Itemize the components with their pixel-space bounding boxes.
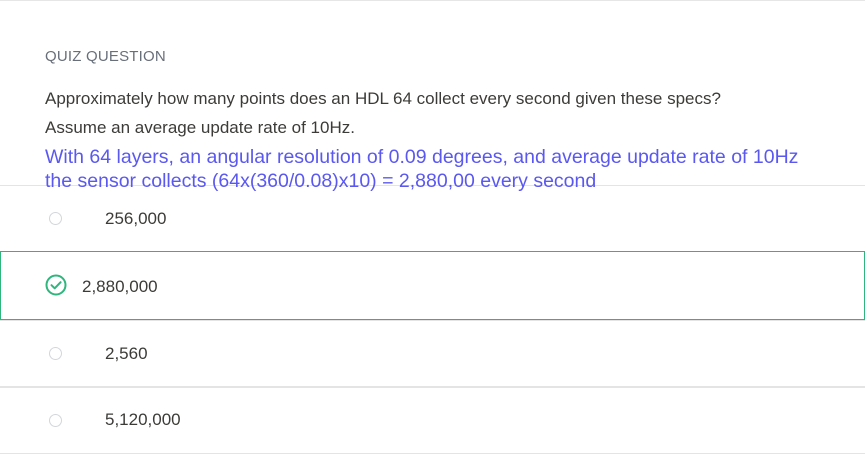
answer-option[interactable]: 256,000: [0, 185, 865, 252]
radio-icon[interactable]: [49, 212, 62, 225]
answer-label: 5,120,000: [105, 410, 181, 429]
question-line-2: Assume an average update rate of 10Hz.: [45, 118, 355, 137]
answer-label: 2,560: [105, 344, 148, 363]
check-circle-icon: [45, 274, 67, 296]
radio-icon[interactable]: [49, 414, 62, 427]
question-line-1: Approximately how many points does an HD…: [45, 89, 721, 108]
answer-label: 256,000: [105, 209, 167, 228]
quiz-panel: QUIZ QUESTION Approximately how many poi…: [0, 0, 865, 454]
quiz-section-label: QUIZ QUESTION: [45, 48, 166, 65]
answer-label: 2,880,000: [82, 277, 158, 296]
answer-option-selected[interactable]: 2,880,000: [0, 251, 865, 320]
answer-option[interactable]: 2,560: [0, 320, 865, 387]
handwritten-annotation: With 64 layers, an angular resolution of…: [45, 146, 799, 192]
radio-icon[interactable]: [49, 347, 62, 360]
answer-option[interactable]: 5,120,000: [0, 387, 865, 454]
question-text: Approximately how many points does an HD…: [45, 84, 825, 142]
